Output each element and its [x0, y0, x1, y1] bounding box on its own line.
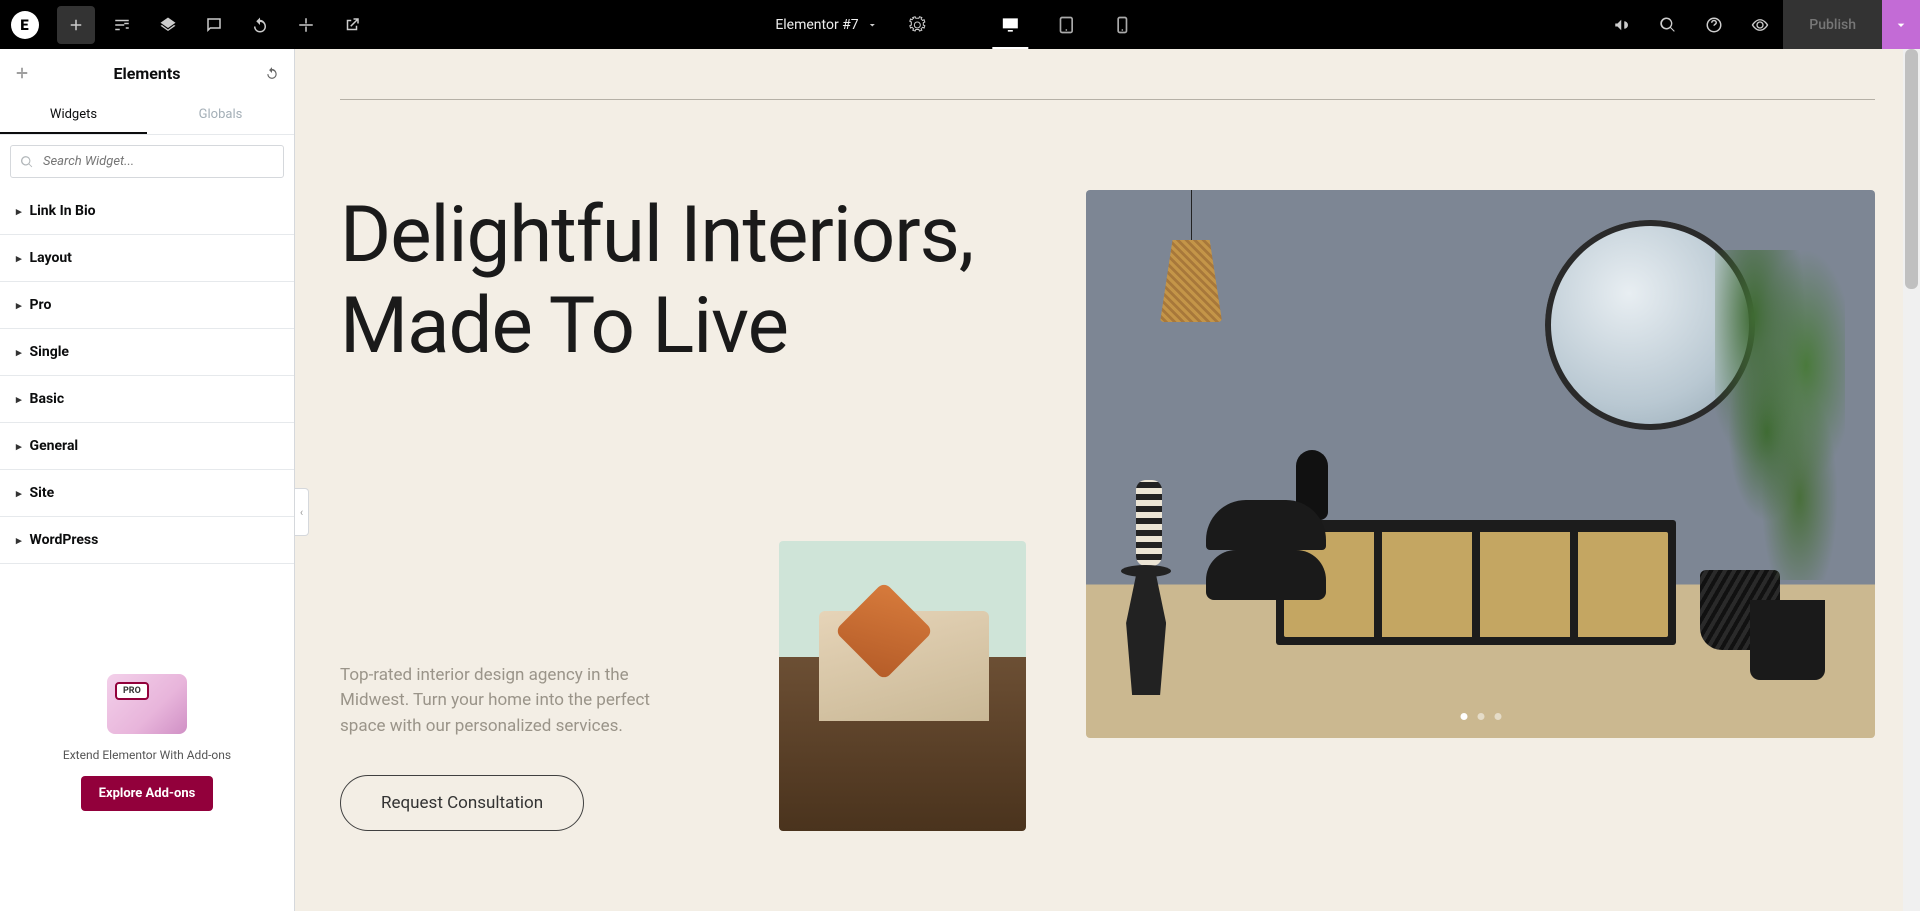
panel-menu-button[interactable] — [10, 66, 34, 80]
add-element-button[interactable] — [57, 6, 95, 44]
hero-primary-image — [1086, 190, 1875, 738]
responsive-device-group — [983, 0, 1151, 49]
hero-left: Delightful Interiors, Made To Live Top-r… — [340, 190, 1046, 831]
help-icon — [1705, 16, 1723, 34]
device-mobile-button[interactable] — [1095, 0, 1151, 49]
panel-collapse-toggle[interactable]: ‹ — [295, 488, 309, 536]
panel-tabs: Widgets Globals — [0, 97, 294, 135]
hero-title-line1: Delightful Interiors, — [340, 190, 973, 281]
hero-secondary-image — [779, 541, 1026, 831]
external-link-icon — [343, 16, 361, 34]
category-general[interactable]: General — [0, 423, 294, 470]
canvas[interactable]: Delightful Interiors, Made To Live Top-r… — [295, 49, 1920, 911]
search-wrap — [0, 135, 294, 188]
category-link-in-bio[interactable]: Link In Bio — [0, 188, 294, 235]
publish-button[interactable]: Publish — [1783, 0, 1882, 49]
mobile-icon — [1113, 15, 1133, 35]
whats-new-button[interactable] — [1603, 6, 1641, 44]
undo-icon — [251, 16, 269, 34]
document-title-text: Elementor #7 — [775, 17, 858, 33]
sliders-icon — [113, 16, 131, 34]
hero-description: Top-rated interior design agency in the … — [340, 663, 670, 740]
hero-right — [1086, 190, 1875, 831]
document-title-dropdown[interactable]: Elementor #7 — [769, 17, 884, 33]
canvas-inner: Delightful Interiors, Made To Live Top-r… — [295, 49, 1920, 881]
category-single[interactable]: Single — [0, 329, 294, 376]
site-settings-button[interactable] — [103, 6, 141, 44]
tab-widgets[interactable]: Widgets — [0, 97, 147, 134]
chair-graphic — [1176, 490, 1356, 670]
divider-icon — [15, 66, 29, 80]
hero-sub-text: Top-rated interior design agency in the … — [340, 663, 749, 832]
device-desktop-button[interactable] — [983, 0, 1039, 49]
category-pro[interactable]: Pro — [0, 282, 294, 329]
pedestal-graphic — [1106, 565, 1186, 705]
preview-button[interactable] — [1741, 6, 1779, 44]
panel-refresh-button[interactable] — [260, 66, 284, 80]
publish-options-dropdown[interactable] — [1882, 0, 1920, 49]
topbar: E Elementor #7 — [0, 0, 1920, 49]
help-button[interactable] — [1695, 6, 1733, 44]
undo-icon — [265, 66, 279, 80]
category-basic[interactable]: Basic — [0, 376, 294, 423]
panel-header: Elements — [0, 49, 294, 97]
hero-title-line2: Made To Live — [340, 281, 788, 372]
divider-icon — [297, 16, 315, 34]
search-box — [10, 145, 284, 178]
addons-promo: Extend Elementor With Add-ons Explore Ad… — [0, 654, 294, 851]
topbar-right: Publish — [1599, 0, 1920, 49]
search-icon — [1659, 16, 1677, 34]
search-icon — [20, 155, 34, 169]
layers-icon — [159, 16, 177, 34]
slider-dot[interactable] — [1477, 713, 1484, 720]
comment-icon — [205, 16, 223, 34]
slider-dots[interactable] — [1460, 713, 1501, 720]
page-settings-button[interactable] — [899, 6, 937, 44]
divider-button[interactable] — [287, 6, 325, 44]
chevron-down-icon — [867, 19, 879, 31]
plant-graphic — [1695, 250, 1865, 680]
canvas-scrollbar[interactable] — [1903, 49, 1920, 911]
lamp-graphic — [1146, 190, 1236, 340]
widget-categories: Link In Bio Layout Pro Single Basic Gene… — [0, 188, 294, 564]
eye-icon — [1751, 16, 1769, 34]
device-tablet-button[interactable] — [1039, 0, 1095, 49]
history-button[interactable] — [241, 6, 279, 44]
slider-dot[interactable] — [1494, 713, 1501, 720]
elementor-logo[interactable]: E — [0, 0, 49, 49]
announcement-icon — [1613, 16, 1631, 34]
hero-sub-row: Top-rated interior design agency in the … — [340, 541, 1026, 831]
tablet-icon — [1057, 15, 1077, 35]
desktop-icon — [1001, 15, 1021, 35]
notes-button[interactable] — [195, 6, 233, 44]
category-site[interactable]: Site — [0, 470, 294, 517]
view-page-button[interactable] — [333, 6, 371, 44]
vase-graphic — [1136, 480, 1162, 566]
request-consultation-button[interactable]: Request Consultation — [340, 775, 584, 831]
scrollbar-thumb[interactable] — [1905, 49, 1918, 289]
structure-button[interactable] — [149, 6, 187, 44]
promo-text: Extend Elementor With Add-ons — [14, 748, 280, 762]
category-wordpress[interactable]: WordPress — [0, 517, 294, 564]
panel-title: Elements — [34, 64, 260, 83]
publish-label: Publish — [1809, 17, 1856, 33]
explore-addons-button[interactable]: Explore Add-ons — [81, 776, 214, 811]
tab-globals[interactable]: Globals — [147, 97, 294, 134]
finder-button[interactable] — [1649, 6, 1687, 44]
plus-icon — [67, 16, 85, 34]
hero-section: Delightful Interiors, Made To Live Top-r… — [340, 190, 1875, 831]
slider-dot[interactable] — [1460, 713, 1467, 720]
hero-divider — [340, 99, 1875, 100]
topbar-left: E — [0, 0, 371, 49]
gear-icon — [909, 16, 927, 34]
promo-illustration — [107, 674, 187, 734]
chevron-down-icon — [1893, 17, 1909, 33]
search-input[interactable] — [10, 145, 284, 178]
elements-panel: Elements Widgets Globals Link In Bio Lay… — [0, 49, 295, 911]
hero-title: Delightful Interiors, Made To Live — [340, 190, 1026, 371]
topbar-center: Elementor #7 — [769, 0, 1150, 49]
category-layout[interactable]: Layout — [0, 235, 294, 282]
